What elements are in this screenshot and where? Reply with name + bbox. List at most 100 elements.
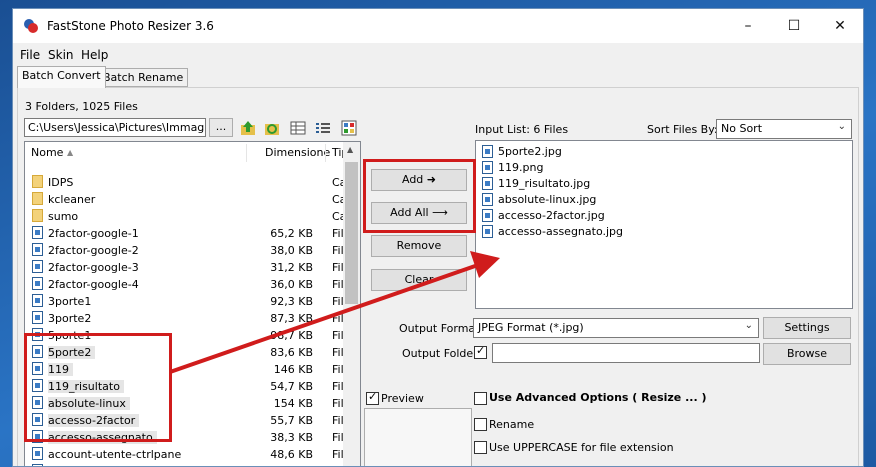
file-size: 154 KB — [273, 397, 313, 410]
minimize-button[interactable]: – — [725, 9, 771, 43]
menu-skin[interactable]: Skin — [48, 48, 74, 62]
output-format-value: JPEG Format (*.jpg) — [478, 321, 584, 334]
output-format-label: Output Format: — [399, 322, 484, 335]
file-row[interactable]: account-utente-ctrlpane 48,6 KB File — [25, 446, 350, 463]
chevron-down-icon: ⌄ — [837, 121, 846, 132]
title-bar: FastStone Photo Resizer 3.6 – ☐ ✕ — [13, 9, 863, 43]
settings-button[interactable]: Settings — [763, 317, 851, 339]
folder-info: 3 Folders, 1025 Files — [25, 100, 138, 113]
thumbnail-view-icon[interactable] — [341, 120, 357, 136]
image-file-icon — [482, 177, 493, 190]
image-file-icon — [32, 260, 43, 273]
file-row[interactable]: 2factor-google-3 31,2 KB File — [25, 259, 350, 276]
window-title: FastStone Photo Resizer 3.6 — [47, 19, 214, 33]
image-file-icon — [32, 311, 43, 324]
image-file-icon — [32, 243, 43, 256]
sort-ascending-icon: ▲ — [67, 148, 74, 157]
file-size: 55,7 KB — [270, 414, 313, 427]
file-row[interactable]: 2factor-google-2 38,0 KB File — [25, 242, 350, 259]
advanced-options-checkbox[interactable] — [474, 392, 487, 405]
input-list-item-name: 119.png — [498, 161, 544, 174]
file-row[interactable]: 3porte2 87,3 KB File — [25, 310, 350, 327]
column-name[interactable]: Nome — [31, 142, 63, 164]
rename-label: Rename — [489, 418, 535, 431]
column-separator — [246, 144, 247, 162]
preview-checkbox[interactable] — [366, 390, 379, 405]
image-file-icon — [32, 294, 43, 307]
image-file-icon — [482, 193, 493, 206]
file-row[interactable]: 3porte1 92,3 KB File — [25, 293, 350, 310]
output-folder-input[interactable] — [492, 343, 760, 363]
image-file-icon — [482, 209, 493, 222]
column-size[interactable]: Dimensione — [265, 142, 330, 164]
close-button[interactable]: ✕ — [817, 9, 863, 43]
input-list-item-name: absolute-linux.jpg — [498, 193, 597, 206]
list-view-icon[interactable] — [315, 120, 331, 136]
image-file-icon — [32, 447, 43, 460]
preview-label: Preview — [381, 392, 424, 405]
file-size: 38,0 KB — [270, 244, 313, 257]
preview-pane — [364, 408, 472, 466]
file-name: sumo — [48, 210, 79, 223]
sort-select-value: No Sort — [721, 122, 763, 135]
input-list-item-name: accesso-2factor.jpg — [498, 209, 605, 222]
output-folder-checkbox[interactable] — [474, 344, 487, 359]
file-size: 36,0 KB — [270, 278, 313, 291]
file-name: account-utente-ctrlpane — [48, 448, 182, 461]
file-size: 87,3 KB — [270, 312, 313, 325]
folder-icon — [32, 209, 43, 222]
details-view-icon[interactable] — [290, 120, 306, 136]
folder-icon — [32, 175, 43, 188]
file-row[interactable]: 2factor-google-4 36,0 KB File — [25, 276, 350, 293]
file-name: 2factor-google-3 — [48, 261, 139, 274]
uppercase-extension-checkbox[interactable] — [474, 441, 487, 454]
input-list-item-name: 5porte2.jpg — [498, 145, 562, 158]
file-name: 2factor-google-4 — [48, 278, 139, 291]
image-file-icon — [482, 225, 493, 238]
file-name: 2factor-google-1 — [48, 227, 139, 240]
folder-up-icon[interactable] — [240, 120, 256, 136]
image-file-icon — [32, 226, 43, 239]
browse-button[interactable]: Browse — [763, 343, 851, 365]
image-file-icon — [32, 277, 43, 290]
file-name: IDPS — [48, 176, 74, 189]
refresh-icon[interactable] — [264, 120, 280, 136]
menu-file[interactable]: File — [20, 48, 40, 62]
file-size: 146 KB — [273, 363, 313, 376]
image-file-icon — [482, 161, 493, 174]
scrollbar-thumb[interactable] — [345, 162, 358, 304]
maximize-button[interactable]: ☐ — [771, 9, 817, 43]
menu-help[interactable]: Help — [81, 48, 108, 62]
file-row[interactable]: account-utente-ctrlpane225,7 KBFile — [25, 463, 350, 466]
input-list-item-name: 119_risultato.jpg — [498, 177, 591, 190]
file-name: 3porte2 — [48, 312, 92, 325]
input-list[interactable]: 5porte2.jpg 119.png 119_risultato.jpgabsol… — [475, 140, 853, 309]
path-browse-button[interactable]: ... — [209, 118, 233, 137]
scroll-up-icon[interactable]: ▲ — [347, 145, 353, 154]
file-row[interactable]: 2factor-google-1 65,2 KB File — [25, 225, 350, 242]
output-format-select[interactable]: JPEG Format (*.jpg) ⌄ — [473, 318, 759, 338]
file-size: 48,6 KB — [270, 448, 313, 461]
sort-select[interactable]: No Sort ⌄ — [716, 119, 852, 139]
file-size: 83,6 KB — [270, 346, 313, 359]
chevron-down-icon: ⌄ — [744, 320, 753, 331]
file-list-scrollbar[interactable]: ▲ — [343, 142, 360, 466]
clear-button[interactable]: Clear — [371, 269, 467, 291]
input-list-label: Input List: 6 Files — [475, 123, 569, 136]
uppercase-extension-label: Use UPPERCASE for file extension — [489, 441, 674, 454]
path-input[interactable]: C:\Users\Jessica\Pictures\Immagini a — [24, 118, 206, 137]
annotation-box-selected-files — [24, 333, 172, 442]
file-row[interactable]: IDPS Ca — [25, 174, 346, 191]
advanced-options-label: Use Advanced Options ( Resize ... ) — [489, 391, 707, 404]
tab-batch-rename[interactable]: Batch Rename — [98, 68, 189, 87]
file-size: 92,3 KB — [270, 295, 313, 308]
image-file-icon — [482, 145, 493, 158]
output-folder-label: Output Folder: — [402, 347, 482, 360]
file-row[interactable]: kcleaner Ca — [25, 191, 346, 208]
tab-batch-convert[interactable]: Batch Convert — [17, 66, 106, 88]
file-row[interactable]: sumo Ca — [25, 208, 346, 225]
file-name: 2factor-google-2 — [48, 244, 139, 257]
remove-button[interactable]: Remove — [371, 235, 467, 257]
rename-checkbox[interactable] — [474, 418, 487, 431]
annotation-box-add-buttons — [363, 159, 476, 233]
